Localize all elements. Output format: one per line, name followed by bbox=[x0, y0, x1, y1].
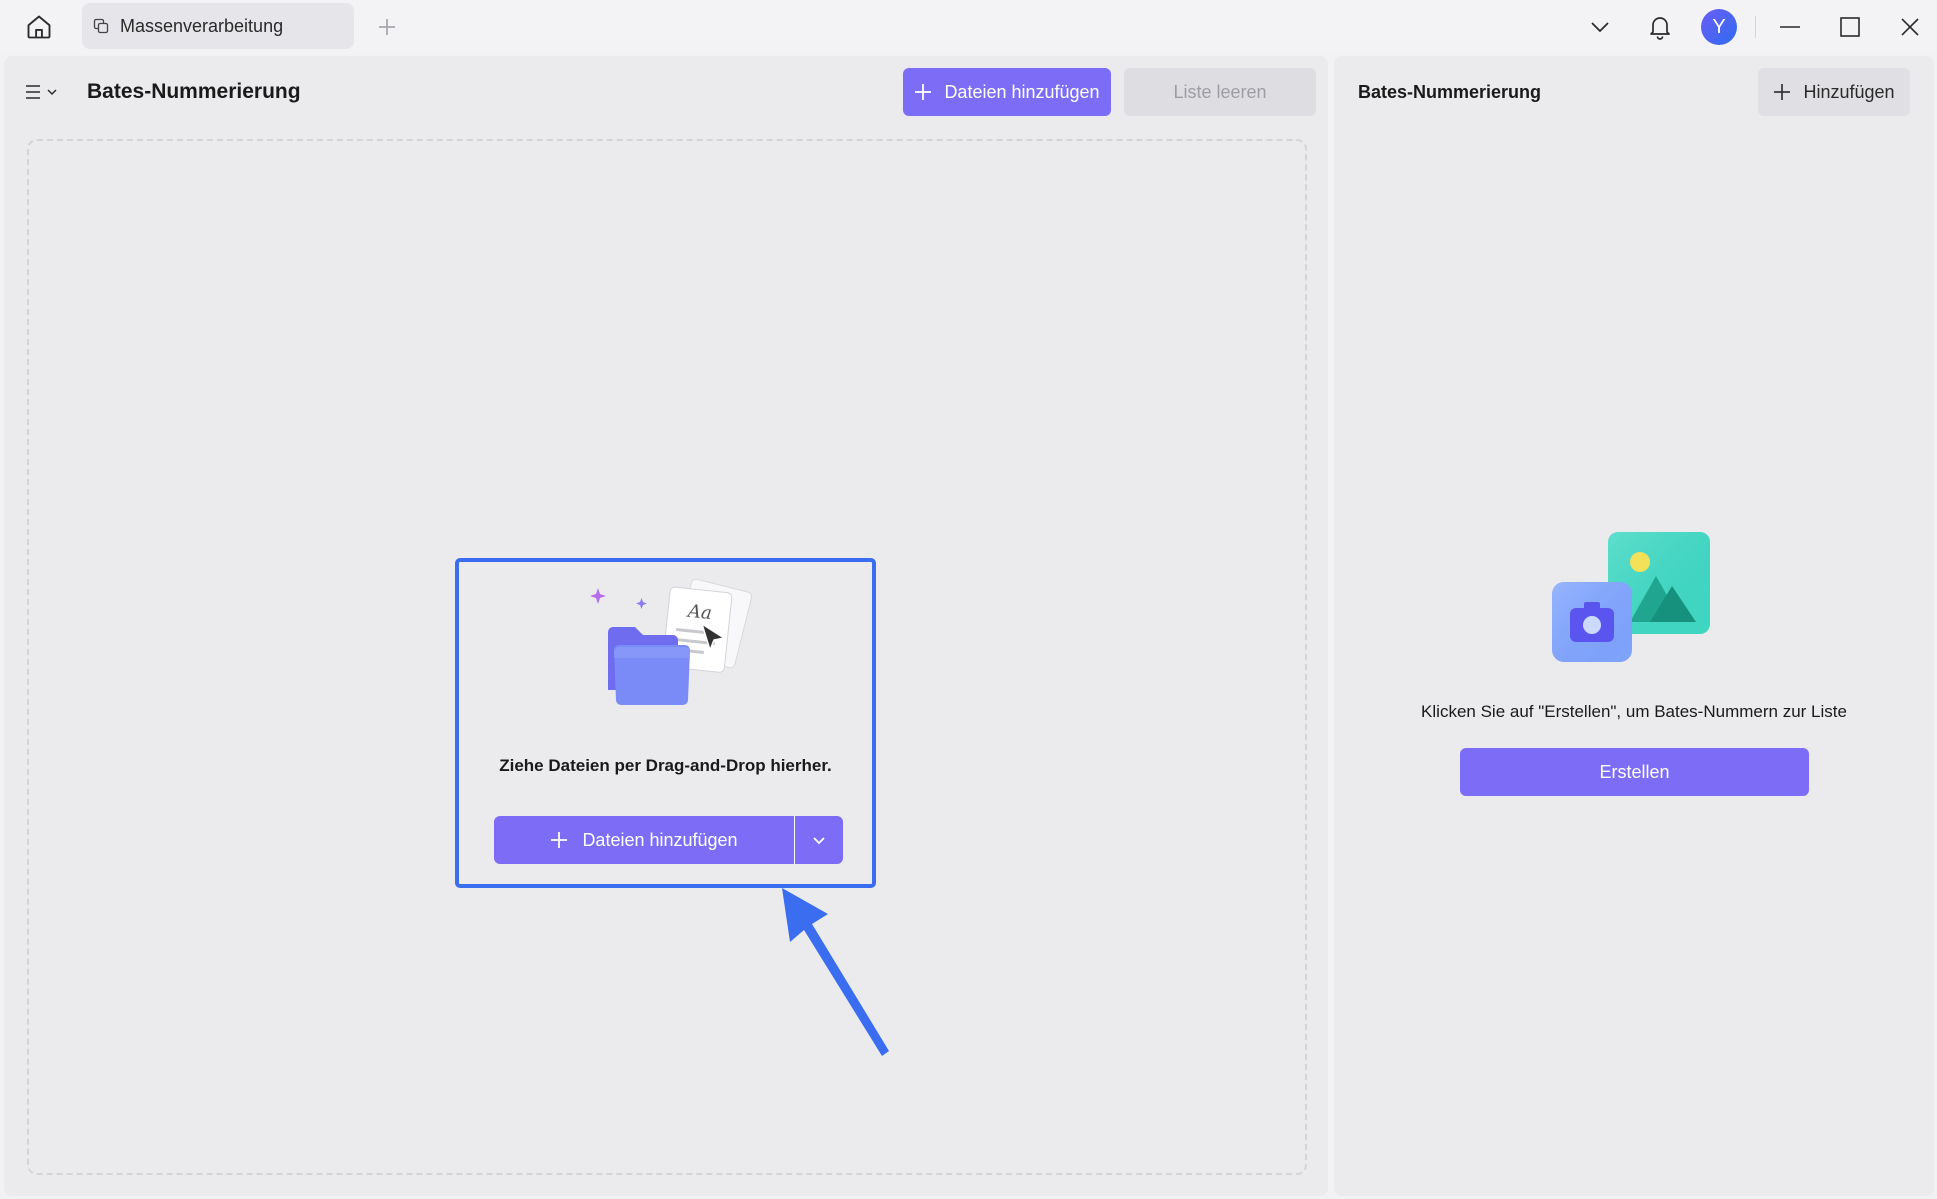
image-illustration bbox=[1552, 532, 1710, 662]
titlebar-divider bbox=[1755, 16, 1756, 38]
maximize-button[interactable] bbox=[1828, 0, 1872, 54]
drop-instructions: Ziehe Dateien per Drag-and-Drop hierher. bbox=[499, 756, 832, 775]
empty-state-text: Klicken Sie auf "Erstellen", um Bates-Nu… bbox=[1421, 702, 1847, 721]
plus-icon bbox=[379, 19, 395, 35]
close-icon bbox=[1901, 18, 1919, 36]
split-divider bbox=[794, 816, 795, 864]
add-files-split-button: Dateien hinzufügen bbox=[494, 816, 843, 864]
new-tab-button[interactable] bbox=[370, 10, 404, 44]
plus-icon bbox=[551, 832, 568, 848]
bell-icon bbox=[1650, 17, 1670, 40]
tab-label: Massenverarbeitung bbox=[120, 15, 284, 36]
minimize-icon bbox=[1780, 26, 1800, 28]
minimize-button[interactable] bbox=[1768, 0, 1812, 54]
add-bates-label: Hinzufügen bbox=[1803, 81, 1895, 102]
home-icon bbox=[27, 15, 51, 39]
pointer-arrow bbox=[782, 888, 889, 1056]
clear-list-button[interactable]: Liste leeren bbox=[1124, 68, 1316, 116]
home-button[interactable] bbox=[20, 8, 58, 46]
tab-massenverarbeitung[interactable]: Massenverarbeitung bbox=[82, 3, 354, 49]
chevron-down-icon bbox=[47, 89, 57, 96]
clear-list-label: Liste leeren bbox=[1173, 81, 1267, 102]
drop-add-files-label: Dateien hinzufügen bbox=[582, 829, 738, 850]
drop-add-files-button[interactable]: Dateien hinzufügen bbox=[494, 816, 794, 864]
svg-text:Aa: Aa bbox=[685, 600, 713, 624]
expand-button[interactable] bbox=[1580, 0, 1620, 54]
user-avatar-button[interactable]: Y bbox=[1698, 0, 1740, 54]
plus-icon bbox=[1774, 84, 1791, 100]
bates-panel: Bates-Nummerierung Hinzufügen Klicken Si… bbox=[1334, 56, 1934, 1196]
menu-button[interactable] bbox=[24, 76, 70, 108]
file-list-panel: Bates-Nummerierung Dateien hinzufügen Li… bbox=[4, 56, 1328, 1196]
add-files-dropdown-button[interactable] bbox=[795, 816, 843, 864]
maximize-icon bbox=[1840, 17, 1860, 37]
chevron-down-icon bbox=[813, 836, 825, 844]
title-bar: Massenverarbeitung Y bbox=[0, 0, 1937, 54]
bates-panel-title: Bates-Nummerierung bbox=[1358, 82, 1542, 102]
copy-icon bbox=[92, 17, 110, 35]
create-button[interactable]: Erstellen bbox=[1460, 748, 1809, 796]
chevron-down-icon bbox=[1591, 22, 1609, 33]
add-files-label: Dateien hinzufügen bbox=[944, 81, 1100, 102]
add-bates-button[interactable]: Hinzufügen bbox=[1758, 68, 1910, 116]
hamburger-icon bbox=[26, 85, 40, 99]
page-title: Bates-Nummerierung bbox=[87, 80, 301, 103]
folder-illustration: Aa bbox=[590, 578, 753, 705]
plus-icon bbox=[915, 84, 932, 100]
notifications-button[interactable] bbox=[1640, 0, 1680, 54]
add-files-button[interactable]: Dateien hinzufügen bbox=[903, 68, 1111, 116]
create-label: Erstellen bbox=[1599, 761, 1670, 782]
avatar: Y bbox=[1701, 9, 1737, 45]
close-button[interactable] bbox=[1888, 0, 1932, 54]
